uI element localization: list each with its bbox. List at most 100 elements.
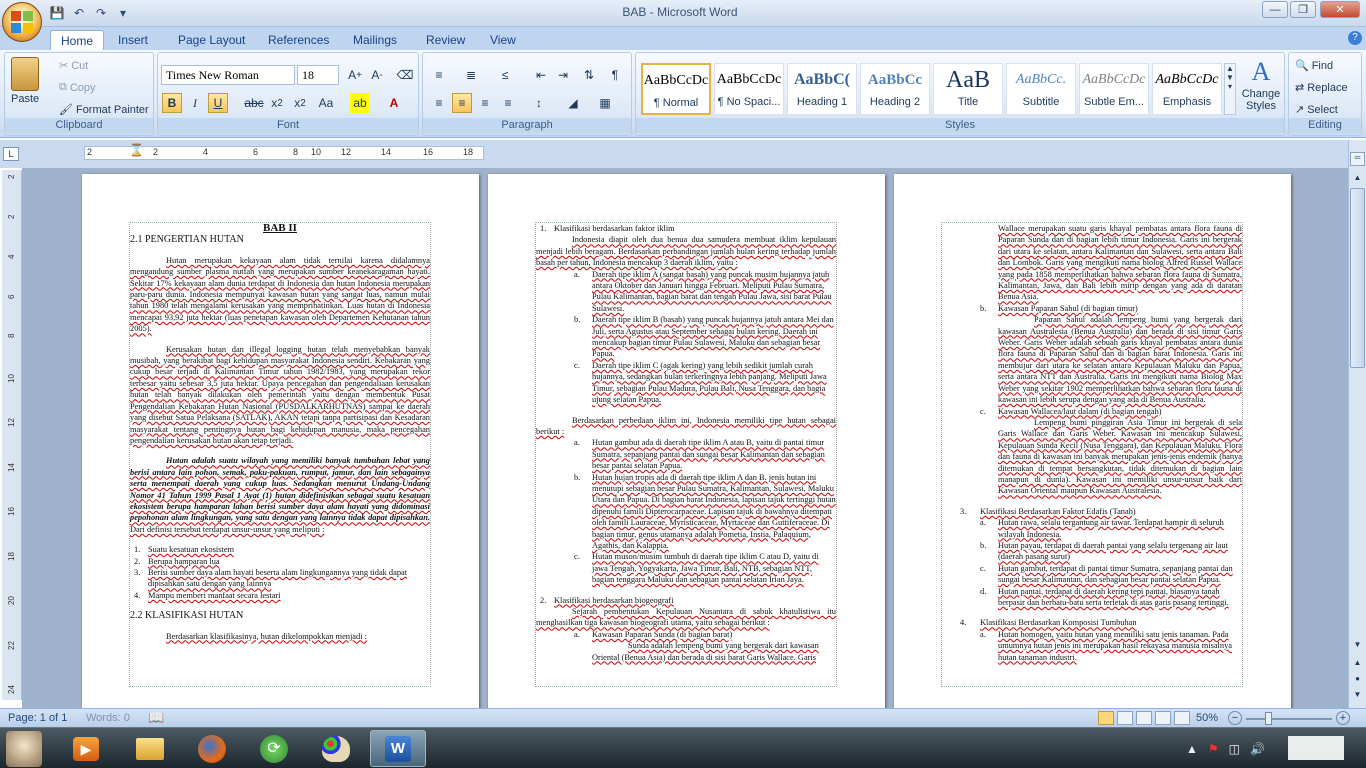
clock-area[interactable]: [1288, 736, 1344, 760]
page-1[interactable]: BAB II 2.1 PENGERTIAN HUTAN Hutan merupa…: [82, 174, 479, 708]
justify-icon[interactable]: ≡: [498, 93, 518, 113]
firefox-icon[interactable]: [184, 730, 240, 767]
style-subtitle[interactable]: AaBbCc. Subtitle: [1006, 63, 1076, 115]
copy-button[interactable]: ⧉ Copy: [59, 81, 96, 94]
tab-insert[interactable]: Insert: [108, 30, 158, 50]
zoom-in-icon[interactable]: +: [1336, 711, 1350, 725]
highlight-icon[interactable]: ab: [350, 93, 370, 113]
grow-font-icon[interactable]: A +: [345, 65, 365, 85]
next-page-icon[interactable]: ▼: [1350, 690, 1365, 704]
multilevel-list-icon[interactable]: ≤: [495, 65, 515, 85]
file-explorer-icon[interactable]: [122, 730, 178, 767]
close-button[interactable]: ✕: [1320, 1, 1360, 18]
page-3[interactable]: Wallace merupakan suatu garis khayal pem…: [894, 174, 1291, 708]
tab-selector[interactable]: L: [3, 147, 19, 161]
customize-icon[interactable]: ▾: [114, 5, 132, 21]
tab-review[interactable]: Review: [416, 30, 475, 50]
shrink-font-icon[interactable]: A-: [367, 65, 387, 85]
strikethrough-icon[interactable]: abc: [244, 93, 264, 113]
full-screen-reading-icon[interactable]: [1117, 711, 1133, 725]
tab-mailings[interactable]: Mailings: [343, 30, 407, 50]
decrease-indent-icon[interactable]: ⇤: [531, 65, 551, 85]
split-icon[interactable]: ═: [1350, 152, 1365, 166]
horizontal-ruler[interactable]: 2 ⌛ 2 4 6 8 10 12 14 16 18: [84, 143, 484, 160]
find-button[interactable]: 🔍 Find: [1295, 59, 1333, 73]
page-2-body[interactable]: 1. Klasifikasi berdasarkan faktor iklim I…: [535, 222, 837, 687]
line-spacing-icon[interactable]: ↕: [529, 93, 549, 113]
format-painter-button[interactable]: 🖌 Format Painter: [59, 103, 149, 117]
italic-icon[interactable]: I: [185, 93, 205, 113]
subscript-icon[interactable]: x2: [267, 93, 287, 113]
paint-icon[interactable]: [308, 730, 364, 767]
document-workspace[interactable]: BAB II 2.1 PENGERTIAN HUTAN Hutan merupa…: [22, 168, 1348, 708]
zoom-slider-thumb[interactable]: [1265, 712, 1272, 725]
previous-page-icon[interactable]: ▲: [1350, 658, 1365, 672]
borders-icon[interactable]: ▦: [595, 93, 615, 113]
increase-indent-icon[interactable]: ⇥: [553, 65, 573, 85]
zoom-slider[interactable]: [1246, 718, 1332, 720]
font-family-select[interactable]: Times New Roman: [161, 65, 295, 85]
print-layout-icon[interactable]: [1098, 711, 1114, 725]
scroll-down-icon[interactable]: ▼: [1350, 640, 1365, 655]
flag-icon[interactable]: ⚑: [1208, 742, 1219, 756]
style-normal[interactable]: AaBbCcDc ¶ Normal: [641, 63, 711, 115]
underline-icon[interactable]: U: [208, 93, 228, 113]
page-1-body[interactable]: BAB II 2.1 PENGERTIAN HUTAN Hutan merupa…: [129, 222, 431, 687]
select-button[interactable]: ↗ Select: [1295, 103, 1338, 117]
align-left-icon[interactable]: ≡: [429, 93, 449, 113]
style-no-spacing[interactable]: AaBbCcDc ¶ No Spaci...: [714, 63, 784, 115]
redo-icon[interactable]: ↷: [92, 5, 110, 21]
superscript-icon[interactable]: x2: [290, 93, 310, 113]
outline-icon[interactable]: [1155, 711, 1171, 725]
align-center-icon[interactable]: ≡: [452, 93, 472, 113]
zoom-out-icon[interactable]: −: [1228, 711, 1242, 725]
align-right-icon[interactable]: ≡: [475, 93, 495, 113]
style-emphasis[interactable]: AaBbCcDc Emphasis: [1152, 63, 1222, 115]
indent-marker-icon[interactable]: ⌛: [129, 143, 144, 157]
style-heading-1[interactable]: AaBbC(Heading 1: [787, 63, 857, 115]
scroll-up-icon[interactable]: ▲: [1350, 170, 1365, 185]
save-icon[interactable]: 💾: [48, 5, 66, 21]
draft-icon[interactable]: [1174, 711, 1190, 725]
tab-references[interactable]: References: [258, 30, 339, 50]
style-subtle-emphasis[interactable]: AaBbCcDc Subtle Em...: [1079, 63, 1149, 115]
help-icon[interactable]: ?: [1348, 31, 1362, 45]
style-title[interactable]: AaB Title: [933, 63, 1003, 115]
cut-button[interactable]: ✂ Cut: [59, 59, 88, 73]
clear-formatting-icon[interactable]: ⌫: [395, 65, 415, 85]
bullets-icon[interactable]: ≡: [429, 65, 449, 85]
minimize-button[interactable]: —: [1262, 1, 1288, 18]
proofing-icon[interactable]: 📖: [148, 710, 164, 726]
word-icon[interactable]: W: [370, 730, 426, 767]
web-layout-icon[interactable]: [1136, 711, 1152, 725]
styles-scroll[interactable]: ▲ ▼ ▾: [1224, 63, 1236, 115]
vertical-scrollbar[interactable]: ═ ▲ ▼ ▲ ● ▼: [1348, 140, 1366, 708]
maximize-button[interactable]: ❐: [1290, 1, 1316, 18]
page-3-body[interactable]: Wallace merupakan suatu garis khayal pem…: [941, 222, 1243, 687]
network-icon[interactable]: ◫: [1229, 742, 1240, 756]
zoom-level[interactable]: 50%: [1196, 712, 1218, 724]
tab-home[interactable]: Home: [50, 30, 105, 50]
page-2[interactable]: 1. Klasifikasi berdasarkan faktor iklim I…: [488, 174, 885, 708]
office-button[interactable]: [2, 2, 42, 42]
sort-icon[interactable]: ⇅: [579, 65, 599, 85]
vertical-ruler[interactable]: 24 22 20 18 16 14 12 10 8 6 4 2 2: [2, 170, 22, 700]
bold-icon[interactable]: B: [162, 93, 182, 113]
volume-icon[interactable]: 🔊: [1250, 742, 1265, 756]
show-hidden-icon[interactable]: ▲: [1186, 742, 1198, 756]
change-case-icon[interactable]: Aa: [316, 93, 336, 113]
page-indicator[interactable]: Page: 1 of 1: [8, 712, 67, 724]
word-count[interactable]: Words: 0: [86, 712, 130, 724]
font-size-select[interactable]: 18: [297, 65, 339, 85]
replace-button[interactable]: ⇄ Replace: [1295, 81, 1348, 95]
show-marks-icon[interactable]: ¶: [605, 65, 625, 85]
numbering-icon[interactable]: ≣: [461, 65, 481, 85]
media-player-icon[interactable]: ▶: [58, 730, 114, 767]
browse-object-icon[interactable]: ●: [1350, 674, 1365, 688]
refresh-app-icon[interactable]: ⟳: [246, 730, 302, 767]
scroll-thumb[interactable]: [1350, 188, 1365, 368]
undo-icon[interactable]: ↶: [70, 5, 88, 21]
shading-icon[interactable]: ◢: [563, 93, 583, 113]
change-styles-button[interactable]: A Change Styles: [1240, 57, 1282, 112]
style-heading-2[interactable]: AaBbCc Heading 2: [860, 63, 930, 115]
